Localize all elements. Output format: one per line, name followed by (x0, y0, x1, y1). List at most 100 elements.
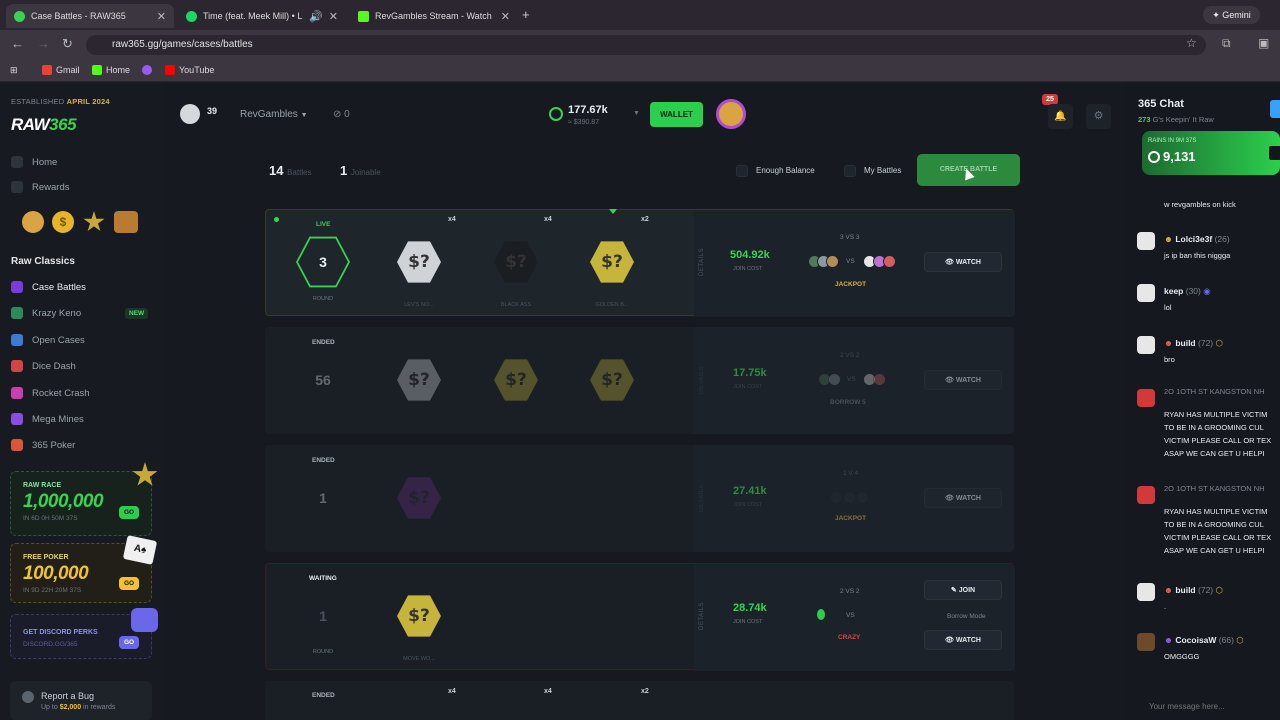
balance-dropdown-icon[interactable]: ▼ (633, 110, 640, 117)
wallet-button[interactable]: WALLET (650, 102, 703, 127)
watch-button[interactable]: 👁 WATCH (924, 488, 1002, 508)
rain-card[interactable]: RAINS IN 9M 37S 9,131 (1142, 131, 1280, 175)
battle-row-ended[interactable] (265, 327, 1014, 434)
raw365-favicon-icon (14, 10, 25, 22)
battle-row-ended[interactable] (265, 445, 1014, 552)
details-label: DETAILS (699, 247, 705, 276)
poker-go-button[interactable]: GO (119, 577, 139, 590)
race-go-button[interactable]: GO (119, 506, 139, 519)
kick-icon (358, 10, 369, 22)
chat-username[interactable]: ☻ Lolci3e3f (26) (1164, 234, 1230, 244)
chat-username[interactable]: ☻ build (72) ⬡ (1164, 585, 1223, 596)
rain-join-icon[interactable] (1268, 145, 1280, 161)
round-label: ROUND (312, 296, 334, 302)
currency-icon (549, 107, 563, 121)
raw-race-card[interactable]: RAW RACE 1,000,000 IN 6D 0H 50M 37S GO (10, 471, 152, 536)
bookmark-youtube[interactable]: YouTube (165, 65, 214, 75)
join-cost: 27.41k (733, 485, 767, 497)
chat-input[interactable] (1137, 695, 1280, 717)
reload-icon[interactable]: ↻ (62, 36, 73, 52)
round-number: 1 (319, 608, 327, 624)
tab-spotify[interactable]: Time (feat. Meek Mill) • Lil E 🔊 ✕ (178, 4, 346, 28)
joinable-count[interactable]: 1 Joinable (340, 163, 381, 178)
new-tab-button[interactable]: + (522, 7, 530, 22)
apps-icon[interactable]: ⊞ (10, 65, 18, 76)
tab-kick-stream[interactable]: RevGambles Stream - Watch Li ✕ (350, 4, 518, 28)
sidebar-item-open-cases[interactable]: Open Cases (11, 334, 85, 346)
sidebar-item-365-poker[interactable]: 365 Poker (11, 439, 75, 451)
avatar (826, 255, 839, 268)
back-icon[interactable]: ← (11, 36, 24, 51)
enough-balance-checkbox[interactable] (736, 165, 748, 177)
close-tab-icon[interactable]: ✕ (501, 10, 510, 23)
extensions-icon[interactable]: ⧉ (1222, 36, 1231, 51)
battle-row-live[interactable] (265, 209, 1015, 317)
chat-username[interactable]: keep (30) ◉ (1164, 286, 1211, 297)
gemini-button[interactable]: ✦ Gemini (1203, 6, 1260, 24)
username[interactable]: RevGambles ▼ (240, 109, 308, 120)
eye-icon: 👁 (945, 259, 954, 266)
sidebar-item-krazy-keno[interactable]: Krazy Keno (11, 307, 81, 319)
my-battles-label: My Battles (864, 166, 902, 175)
battle-row-ended[interactable] (265, 681, 1014, 720)
rocket-icon (11, 387, 23, 399)
chat-message: w revgambles on kick (1164, 200, 1236, 209)
battle-row-waiting[interactable] (265, 563, 1015, 671)
sidebar-item-dice-dash[interactable]: Dice Dash (11, 360, 76, 372)
close-tab-icon[interactable]: ✕ (329, 10, 338, 23)
spin-wheel-icon[interactable] (716, 99, 746, 129)
sidebar-item-case-battles[interactable]: Case Battles (11, 281, 86, 293)
join-cost: 17.75k (733, 367, 767, 379)
chest-icon[interactable] (114, 211, 138, 233)
chat-message: 2O 1OTH ST KANGSTON NH RYAN HAS MULTIPLE… (1137, 481, 1280, 561)
chat-message: keep (30) ◉ lol (1137, 284, 1280, 314)
report-bug-card[interactable]: Report a Bug Up to $2,000 in rewards (10, 681, 152, 720)
watch-button[interactable]: 👁 WATCH (924, 252, 1002, 272)
battle-status: ENDED (312, 339, 335, 346)
discord-go-button[interactable]: GO (119, 636, 139, 649)
raw365-logo[interactable]: RAW365 (11, 115, 77, 135)
live-dot-icon (274, 217, 279, 222)
bookmark-star-icon[interactable]: ☆ (1186, 36, 1197, 50)
case-name: LEV'S NO... (404, 302, 434, 308)
sidebar-item-mega-mines[interactable]: Mega Mines (11, 413, 84, 425)
watch-button[interactable]: 👁 WATCH (924, 630, 1002, 650)
forward-icon[interactable]: → (37, 36, 50, 51)
my-battles-checkbox[interactable] (844, 165, 856, 177)
case-multiplier: x2 (641, 688, 649, 695)
category-title: Raw Classics (11, 256, 75, 267)
watch-button[interactable]: 👁 WATCH (924, 370, 1002, 390)
coins-display: ⊘ 0 (333, 109, 350, 120)
chat-username[interactable]: ☻ build (72) ⬡ (1164, 338, 1223, 349)
bell-icon[interactable]: 🔔 (1048, 104, 1073, 129)
case-multiplier: x2 (641, 216, 649, 223)
dice-icon (11, 360, 23, 372)
avatar (873, 373, 886, 386)
join-button[interactable]: ✎ JOIN (924, 580, 1002, 600)
url-field[interactable]: raw365.gg/games/cases/battles (86, 35, 1206, 55)
battle-mode: JACKPOT (835, 515, 867, 522)
sidebar-item-rocket-crash[interactable]: Rocket Crash (11, 387, 90, 399)
battle-mode: JACKPOT (835, 281, 867, 288)
tab-case-battles[interactable]: Case Battles - RAW365 ✕ (6, 4, 174, 28)
battles-count[interactable]: 14 Battles (269, 163, 312, 178)
battle-mode: CRAZY (838, 634, 861, 641)
case-multiplier: x4 (448, 216, 456, 223)
bookmark-home[interactable]: Home (92, 65, 130, 75)
sidebar-item-home[interactable]: Home (11, 156, 57, 168)
poker-icon (11, 439, 23, 451)
sidepanel-icon[interactable]: ▣ (1258, 36, 1269, 50)
sidebar-item-rewards[interactable]: Rewards (11, 181, 70, 193)
team-format: 1 V 4 (843, 470, 859, 477)
coin-icon[interactable]: $ (52, 211, 74, 233)
chat-username[interactable]: ☻ CocoisaW (66) ⬡ (1164, 635, 1244, 646)
join-cost-label: JOIN COST (733, 384, 763, 390)
user-avatar[interactable] (180, 104, 200, 124)
gear-icon[interactable]: ⚙ (1086, 104, 1111, 129)
close-tab-icon[interactable]: ✕ (157, 10, 166, 23)
case-multiplier: x4 (544, 688, 552, 695)
wheel-icon[interactable] (22, 211, 44, 233)
chat-side-icon[interactable] (1270, 100, 1280, 118)
bookmark-gmail[interactable]: Gmail (42, 65, 80, 75)
bookmark-extension[interactable] (142, 65, 152, 75)
